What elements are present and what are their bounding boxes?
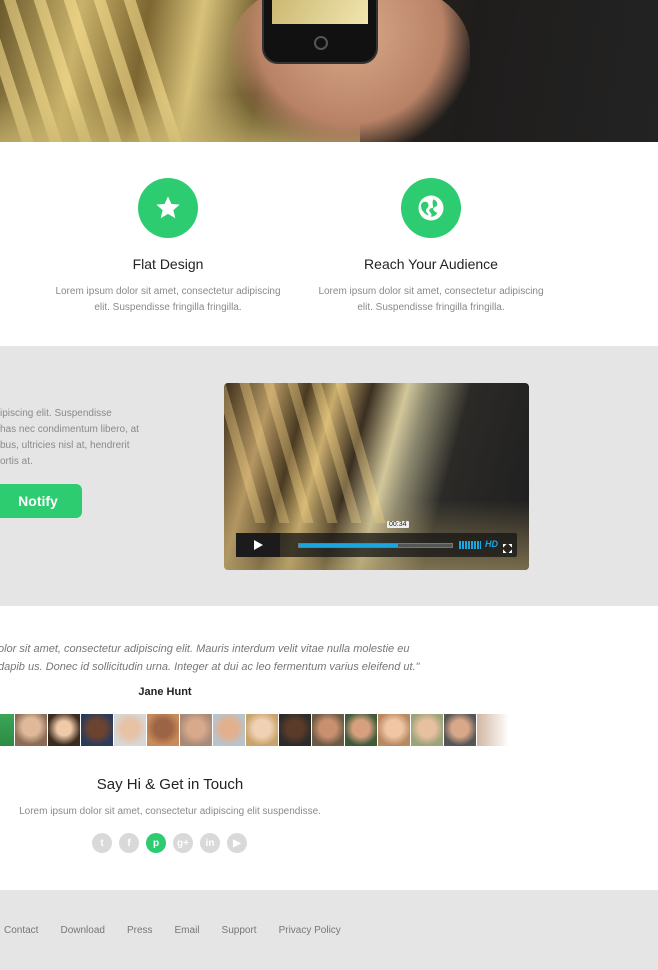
testimonial-author: Jane Hunt <box>138 686 192 698</box>
video-controls: 00:34 HD <box>236 521 517 558</box>
features-section: Flat Design Lorem ipsum dolor sit amet, … <box>0 142 658 346</box>
avatar[interactable] <box>378 714 410 746</box>
avatar[interactable] <box>81 714 113 746</box>
avatar[interactable] <box>147 714 179 746</box>
avatar[interactable] <box>345 714 377 746</box>
footer-link-download[interactable]: Download <box>60 925 104 936</box>
volume-bar[interactable] <box>459 541 481 549</box>
feature-title: Reach Your Audience <box>364 256 498 272</box>
progress-fill <box>299 544 399 547</box>
linkedin-icon[interactable]: in <box>200 833 220 853</box>
video-player[interactable]: 00:34 HD <box>224 383 529 570</box>
fullscreen-icon[interactable] <box>503 540 512 558</box>
avatar[interactable] <box>477 714 509 746</box>
hero-image <box>0 0 658 142</box>
avatar[interactable] <box>15 714 47 746</box>
feature-text: Lorem ipsum dolor sit amet, consectetur … <box>55 286 281 313</box>
lead-line: ortis at. <box>0 456 33 467</box>
footer-link-email[interactable]: Email <box>175 925 200 936</box>
avatar[interactable] <box>312 714 344 746</box>
quote-line: olor sit amet, consectetur adipiscing el… <box>0 643 410 655</box>
avatar[interactable] <box>411 714 443 746</box>
globe-icon <box>401 178 461 238</box>
footer-link-privacy[interactable]: Privacy Policy <box>279 925 341 936</box>
pinterest-icon[interactable]: p <box>146 833 166 853</box>
twitter-icon[interactable]: t <box>92 833 112 853</box>
facebook-icon[interactable]: f <box>119 833 139 853</box>
footer: Contact Download Press Email Support Pri… <box>0 890 658 970</box>
lead-line: ipiscing elit. Suspendisse <box>0 408 112 419</box>
lead-line: has nec condimentum libero, at <box>0 424 139 435</box>
avatar[interactable] <box>114 714 146 746</box>
footer-link-contact[interactable]: Contact <box>4 925 38 936</box>
avatar[interactable] <box>246 714 278 746</box>
lead-line: bus, ultricies nisl at, hendrerit <box>0 440 130 451</box>
video-lead-text: ipiscing elit. Suspendisse has nec condi… <box>0 406 180 470</box>
quote-line: dapib us. Donec id sollicitudin urna. In… <box>0 661 420 673</box>
avatar[interactable] <box>48 714 80 746</box>
footer-link-support[interactable]: Support <box>222 925 257 936</box>
play-icon <box>254 540 263 550</box>
star-icon <box>138 178 198 238</box>
testimonial-section: olor sit amet, consectetur adipiscing el… <box>0 606 658 890</box>
feature-text: Lorem ipsum dolor sit amet, consectetur … <box>318 286 544 313</box>
google-plus-icon[interactable]: g+ <box>173 833 193 853</box>
page: Flat Design Lorem ipsum dolor sit amet, … <box>0 0 658 970</box>
feature-title: Flat Design <box>132 256 204 272</box>
avatar-strip <box>0 714 509 746</box>
social-links: t f p g+ in ▶ <box>92 833 247 853</box>
progress-bar[interactable] <box>298 543 453 548</box>
avatar[interactable] <box>279 714 311 746</box>
phone-image <box>262 0 378 64</box>
avatar[interactable] <box>0 714 14 746</box>
time-tooltip: 00:34 <box>387 521 409 528</box>
video-section: ipiscing elit. Suspendisse has nec condi… <box>0 346 658 606</box>
contact-title: Say Hi & Get in Touch <box>96 776 244 793</box>
avatar[interactable] <box>213 714 245 746</box>
notify-button[interactable]: Notify <box>0 484 82 518</box>
footer-link-press[interactable]: Press <box>127 925 153 936</box>
footer-nav: Contact Download Press Email Support Pri… <box>4 925 363 936</box>
avatar[interactable] <box>180 714 212 746</box>
feature-reach-audience: Reach Your Audience Lorem ipsum dolor si… <box>311 178 551 316</box>
avatar[interactable] <box>444 714 476 746</box>
hd-toggle[interactable]: HD <box>485 539 498 549</box>
contact-text: Lorem ipsum dolor sit amet, consectetur … <box>19 806 321 817</box>
youtube-icon[interactable]: ▶ <box>227 833 247 853</box>
feature-flat-design: Flat Design Lorem ipsum dolor sit amet, … <box>48 178 288 316</box>
play-button[interactable] <box>236 533 280 557</box>
testimonial-quote: olor sit amet, consectetur adipiscing el… <box>0 640 438 676</box>
